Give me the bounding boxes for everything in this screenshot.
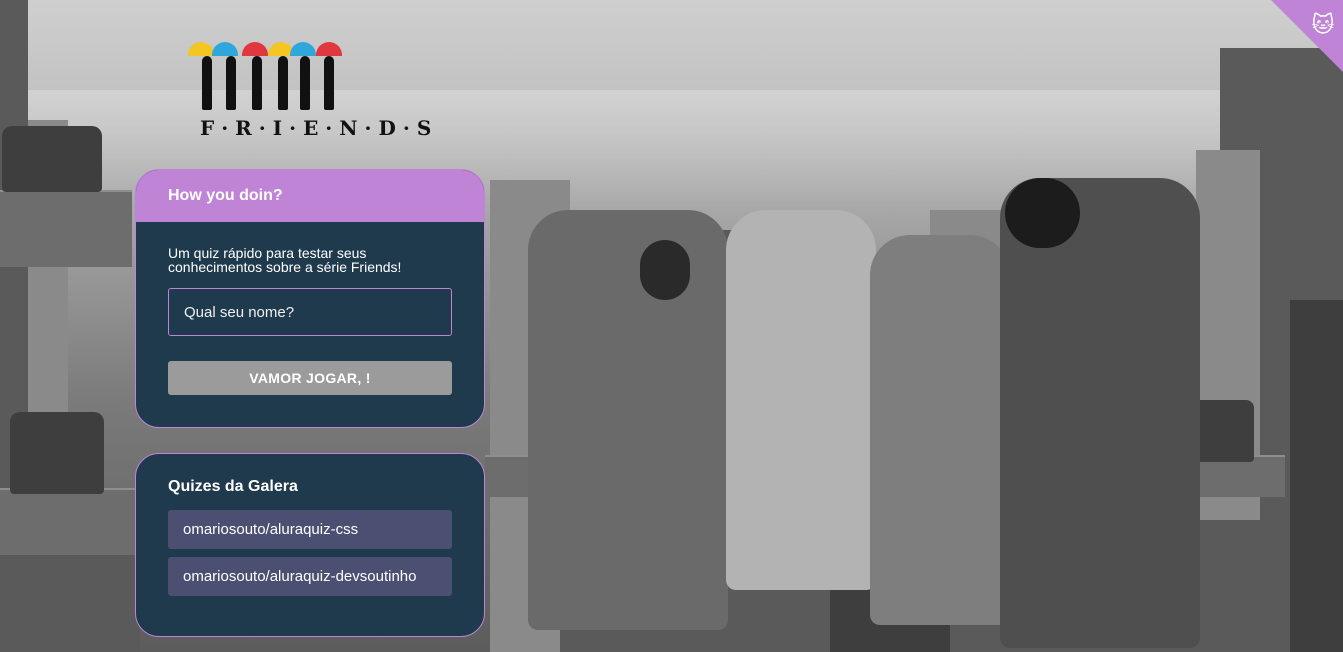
- main-quiz-card: How you doin? Um quiz rápido para testar…: [135, 169, 485, 428]
- card-description: Um quiz rápido para testar seus conhecim…: [168, 245, 402, 275]
- name-input[interactable]: [168, 288, 452, 336]
- quizzes-card: Quizes da Galera omariosouto/aluraquiz-c…: [135, 453, 485, 637]
- quiz-link[interactable]: omariosouto/aluraquiz-devsoutinho: [168, 557, 452, 596]
- github-cat-icon[interactable]: 🐱: [1309, 12, 1337, 40]
- quiz-link[interactable]: omariosouto/aluraquiz-css: [168, 510, 452, 549]
- logo-wordmark: F·R·I·E·N·D·S: [200, 116, 439, 140]
- quizzes-title: Quizes da Galera: [168, 478, 298, 495]
- play-button[interactable]: VAMOR JOGAR, !: [168, 361, 452, 395]
- friends-logo: F·R·I·E·N·D·S: [186, 42, 431, 142]
- card-title: How you doin?: [136, 170, 484, 222]
